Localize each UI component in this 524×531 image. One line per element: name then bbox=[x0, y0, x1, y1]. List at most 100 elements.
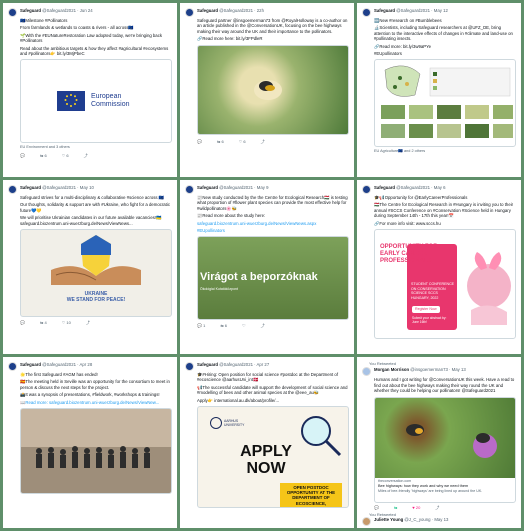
like-icon[interactable]: ♡ bbox=[242, 323, 246, 328]
register-button[interactable]: Register Now bbox=[412, 306, 440, 314]
tweet-text: We will prioritise Ukrainian candidates … bbox=[20, 215, 162, 226]
tweet-text: 🌟The first Safeguard #AGM has ended! bbox=[20, 372, 98, 377]
like-count: 10 bbox=[66, 320, 71, 326]
tweet-text: 📢The successful candidate will support t… bbox=[197, 384, 348, 396]
like-icon[interactable]: ♥ 20 bbox=[412, 505, 420, 510]
author-handle: @Safeguard2021 · Apr 28 bbox=[42, 362, 93, 367]
tweet-card[interactable]: Safeguard @Safeguard2021 · May 10 Safegu… bbox=[3, 180, 177, 354]
link-card[interactable]: theconversation.com Bee highways: how th… bbox=[374, 396, 516, 503]
tweet-text: 🇭🇺The Centre for Ecological Research in … bbox=[374, 202, 514, 219]
eu-flag-icon bbox=[57, 91, 85, 112]
tweet-text: 🔗For more info visit: www.sccs.hu bbox=[374, 220, 441, 226]
tweet-card[interactable]: Safeguard @Safeguard2021 · Jun 24 🇪🇺Mile… bbox=[3, 3, 177, 177]
author-name[interactable]: Safeguard bbox=[197, 362, 218, 367]
avatar[interactable] bbox=[185, 8, 194, 17]
author-name[interactable]: Safeguard bbox=[197, 185, 218, 190]
reply-icon[interactable]: 💬 1 bbox=[197, 323, 205, 328]
author-handle: @Safeguard2021 · Jun 24 bbox=[42, 8, 93, 13]
tweet-text: 🔗Read more here: bit.ly/3FPdleR bbox=[197, 36, 263, 42]
tweet-card[interactable]: Safeguard @Safeguard2021 · Apr 28 🌟The f… bbox=[3, 357, 177, 528]
avatar[interactable] bbox=[362, 8, 371, 17]
tweet-meta: EU Agriculture🇪🇺 and 2 others bbox=[374, 149, 426, 154]
tweet-text: 📰New study conducted by the the Centre f… bbox=[197, 195, 348, 211]
ec-logo-text: European Commission bbox=[91, 93, 130, 109]
tweet-text: Humans and I got writing for @Conversati… bbox=[374, 377, 515, 394]
share-icon[interactable]: ⤴ bbox=[435, 505, 439, 510]
people-group-icon bbox=[36, 446, 150, 469]
like-count: 6 bbox=[243, 138, 246, 144]
retweet-count: 6 bbox=[221, 138, 224, 144]
author-name[interactable]: Safeguard bbox=[20, 8, 41, 13]
job-poster[interactable]: AARHUS UNIVERSITY APPLY NOW OPEN POSTDOC… bbox=[197, 406, 349, 509]
retweet-icon[interactable]: ⇆ 6 bbox=[220, 323, 227, 328]
avatar[interactable] bbox=[8, 362, 17, 371]
tweet-meta: EU Environment and 3 others bbox=[20, 145, 70, 150]
bee-on-flower-icon bbox=[254, 79, 282, 100]
tweet-card[interactable]: Safeguard @Safeguard2021 · May 6 🎓📢Oppor… bbox=[357, 180, 521, 354]
poster-headline: APPLY NOW bbox=[240, 443, 292, 478]
university-logo-icon bbox=[210, 417, 222, 430]
like-count: 6 bbox=[66, 152, 69, 158]
link-description: Miles of bee-friendly 'highways' are bei… bbox=[378, 489, 483, 494]
reply-icon[interactable]: 💬 bbox=[20, 320, 25, 325]
like-icon[interactable]: ♡ 6 bbox=[239, 139, 246, 144]
share-icon[interactable]: ⤴ bbox=[261, 139, 265, 144]
media-headline: Virágot a beporzóknak bbox=[200, 271, 318, 284]
avatar[interactable] bbox=[8, 185, 17, 194]
tweet-card[interactable]: Safeguard @Safeguard2021 · Apr 27 🎓#Hiri… bbox=[180, 357, 354, 528]
retweet-icon[interactable]: ⇆ bbox=[394, 505, 397, 510]
like-icon[interactable]: ♡ 6 bbox=[62, 153, 69, 158]
tweet-card[interactable]: Safeguard @Safeguard2021 · May 12 🆕New #… bbox=[357, 3, 521, 177]
tweet-card[interactable]: You Retweeted Morgan Morrison @insgoemer… bbox=[357, 357, 521, 528]
avatar[interactable] bbox=[362, 185, 371, 194]
tweet-text: 🌱With the #EUNatureRestoration Law adopt… bbox=[20, 32, 162, 44]
author-name[interactable]: Morgan Morrison bbox=[374, 367, 409, 372]
author-handle: @Safeguard2021 · Apr 27 bbox=[219, 362, 270, 367]
tweet-text: Safeguard partner @insgoemerman73 from @… bbox=[197, 18, 348, 34]
tweet-text: 📰Read more about the study here: bbox=[197, 213, 266, 219]
author-handle: @J_C_young · May 13 bbox=[404, 517, 449, 523]
avatar[interactable] bbox=[185, 185, 194, 194]
tweet-text: 🔗Read more: bit.ly/3w9aPYe bbox=[374, 43, 432, 49]
retweet-indicator: You Retweeted bbox=[369, 512, 396, 518]
author-handle: @Safeguard2021 · May 10 bbox=[42, 185, 94, 190]
ukraine-image[interactable]: UKRAINE WE STAND FOR PEACE! bbox=[20, 229, 172, 318]
tweet-text: 🆕New #research on #Bumblebees bbox=[374, 18, 442, 23]
author-handle: @Safeguard2021 · May 9 bbox=[219, 185, 269, 190]
avatar[interactable] bbox=[362, 367, 371, 377]
avatar[interactable] bbox=[185, 362, 194, 371]
reply-icon[interactable]: 💬 bbox=[20, 153, 25, 158]
reply-icon[interactable]: 💬 bbox=[374, 505, 379, 510]
tweet-text: 🇪🇺Milestone #Pollinators bbox=[20, 18, 68, 23]
avatar[interactable] bbox=[8, 8, 17, 17]
author-name[interactable]: Safeguard bbox=[20, 185, 41, 190]
retweet-icon[interactable]: ⇆ 6 bbox=[217, 139, 224, 144]
retweet-icon[interactable]: ⇆ 6 bbox=[40, 153, 47, 158]
flower-meadow-image[interactable]: Virágot a beporzóknak Ökológiai Kutatókö… bbox=[197, 236, 349, 321]
group-photo[interactable] bbox=[20, 408, 172, 495]
like-icon[interactable]: ♡ 10 bbox=[62, 320, 71, 325]
author-handle: @Safeguard2021 · May 6 bbox=[396, 185, 446, 190]
poster-subtitle: OPEN POSTDOC OPPORTUNITY AT THE DEPARTME… bbox=[280, 483, 342, 508]
author-name[interactable]: Juliette Young bbox=[374, 517, 403, 522]
tweet-text: 🎓#Hiring: Open position for social scien… bbox=[197, 372, 339, 383]
retweet-icon[interactable]: ⇆ 4 bbox=[40, 320, 47, 325]
tweet-card[interactable]: Safeguard @Safeguard2021 · May 9 📰New st… bbox=[180, 180, 354, 354]
author-name[interactable]: Safeguard bbox=[20, 362, 41, 367]
tweet-text: safeguard.biozentrum.uni-wuerzburg.de/Ne… bbox=[197, 220, 317, 226]
avatar[interactable] bbox=[362, 517, 371, 527]
author-name[interactable]: Safeguard bbox=[197, 8, 218, 13]
link-card-image[interactable]: European Commission bbox=[20, 59, 172, 144]
bee-photo[interactable] bbox=[197, 44, 349, 135]
share-icon[interactable]: ⤴ bbox=[86, 320, 90, 325]
author-name[interactable]: Safeguard bbox=[374, 185, 395, 190]
tweet-card[interactable]: Safeguard @Safeguard2021 · 22h Safeguard… bbox=[180, 3, 354, 177]
reply-icon[interactable]: 💬 bbox=[197, 139, 202, 144]
tweet-text: From farmlands & wetlands to coasts & ri… bbox=[20, 25, 134, 31]
share-icon[interactable]: ⤴ bbox=[84, 153, 88, 158]
tweet-text: Our thoughts, solidarity & support are w… bbox=[20, 202, 170, 213]
author-name[interactable]: Safeguard bbox=[374, 8, 395, 13]
study-figure[interactable] bbox=[374, 59, 516, 148]
share-icon[interactable]: ⤴ bbox=[261, 323, 265, 328]
conference-poster[interactable]: OPPORTUNITY FOR EARLY CAREER PROFESSIONA… bbox=[374, 229, 516, 340]
